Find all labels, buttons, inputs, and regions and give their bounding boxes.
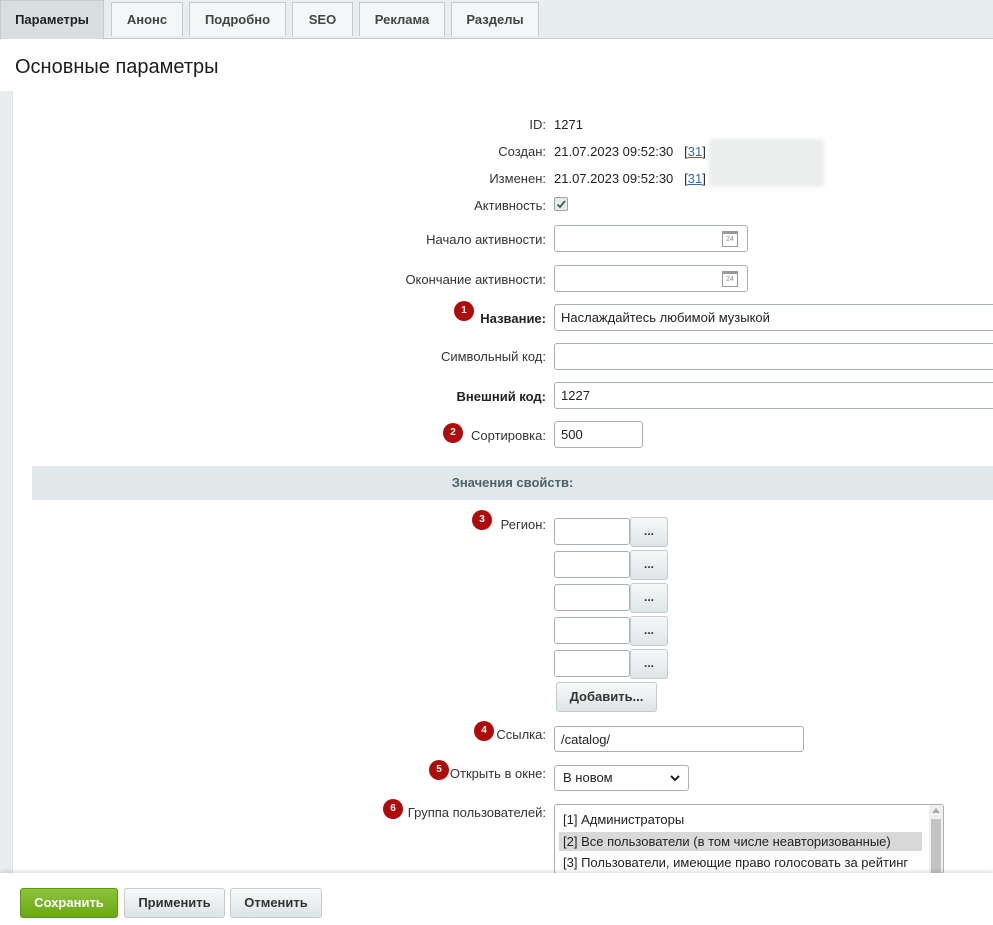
sort-input[interactable] xyxy=(554,421,643,448)
region-input[interactable] xyxy=(554,617,630,644)
created-user-link[interactable]: 31 xyxy=(688,144,702,159)
step-badge-5: 5 xyxy=(429,760,449,780)
region-label: Регион: xyxy=(500,517,546,532)
region-browse-button[interactable]: ... xyxy=(630,583,668,613)
region-input[interactable] xyxy=(554,650,630,677)
step-badge-2: 2 xyxy=(443,423,463,443)
active-from-label: Начало активности: xyxy=(426,232,546,247)
name-label: Название: xyxy=(480,311,546,326)
region-browse-button[interactable]: ... xyxy=(630,550,668,580)
region-input[interactable] xyxy=(554,518,630,545)
id-label: ID: xyxy=(529,117,546,132)
tab-details[interactable]: Подробно xyxy=(189,2,286,36)
footer-bar: Сохранить Применить Отменить xyxy=(0,873,993,925)
code-label: Символьный код: xyxy=(440,349,546,364)
apply-button[interactable]: Применить xyxy=(124,888,225,918)
user-group-label: Группа пользователей: xyxy=(407,805,546,820)
step-badge-3: 3 xyxy=(472,510,492,530)
add-region-button[interactable]: Добавить... xyxy=(556,682,657,712)
list-item[interactable]: [1] Администраторы xyxy=(559,810,688,829)
tab-parameters[interactable]: Параметры xyxy=(0,0,104,39)
page-header: Основные параметры xyxy=(0,39,993,91)
open-in-window-value: В новом xyxy=(563,770,613,785)
cancel-button[interactable]: Отменить xyxy=(230,888,322,918)
step-badge-6: 6 xyxy=(383,799,403,819)
checkmark-icon xyxy=(556,200,566,209)
calendar-icon[interactable]: 24 xyxy=(722,231,738,247)
open-in-window-label: Открыть в окне: xyxy=(449,766,546,781)
open-in-window-select[interactable]: В новом xyxy=(554,765,689,791)
step-badge-4: 4 xyxy=(474,721,494,741)
id-value: 1271 xyxy=(554,117,583,132)
active-label: Активность: xyxy=(474,198,546,213)
step-badge-1: 1 xyxy=(454,301,474,321)
scroll-up-icon[interactable] xyxy=(932,808,940,813)
external-code-input[interactable] xyxy=(554,382,993,409)
created-date: 21.07.2023 09:52:30 xyxy=(554,144,674,159)
created-label: Создан: xyxy=(498,144,546,159)
region-browse-button[interactable]: ... xyxy=(630,517,668,547)
page-title: Основные параметры xyxy=(15,56,219,78)
region-browse-button[interactable]: ... xyxy=(630,649,668,679)
created-value: 21.07.2023 09:52:30 [31] xyxy=(554,144,706,159)
calendar-icon[interactable]: 24 xyxy=(722,271,738,287)
active-to-input[interactable] xyxy=(554,265,748,292)
active-from-input[interactable] xyxy=(554,225,748,252)
name-input[interactable] xyxy=(554,304,993,331)
properties-header: Значения свойств: xyxy=(32,466,993,500)
link-input[interactable] xyxy=(554,726,804,752)
modified-value: 21.07.2023 09:52:30 [31] xyxy=(554,171,706,186)
region-input[interactable] xyxy=(554,584,630,611)
region-input[interactable] xyxy=(554,551,630,578)
modified-user-link[interactable]: 31 xyxy=(688,171,702,186)
user-group-list[interactable]: [1] Администраторы [2] Все пользователи … xyxy=(554,804,944,874)
sort-label: Сортировка: xyxy=(471,428,546,443)
modified-label: Изменен: xyxy=(489,171,546,186)
modified-date: 21.07.2023 09:52:30 xyxy=(554,171,674,186)
region-browse-button[interactable]: ... xyxy=(630,616,668,646)
active-checkbox[interactable] xyxy=(554,197,568,211)
link-label: Ссылка: xyxy=(496,727,546,742)
tab-announcement[interactable]: Анонс xyxy=(111,2,183,36)
code-input[interactable] xyxy=(554,343,993,370)
scrollbar-thumb[interactable] xyxy=(931,819,941,873)
active-to-label: Окончание активности: xyxy=(405,272,546,287)
tab-advertising[interactable]: Реклама xyxy=(359,2,445,36)
tab-sections[interactable]: Разделы xyxy=(451,2,539,36)
external-code-label: Внешний код: xyxy=(456,389,546,404)
scrollbar[interactable] xyxy=(929,805,943,873)
tab-bar: Параметры Анонс Подробно SEO Реклама Раз… xyxy=(0,0,993,39)
list-item[interactable]: [2] Все пользователи (в том числе неавто… xyxy=(559,832,922,851)
redacted-user-name xyxy=(709,139,824,187)
chevron-down-icon xyxy=(670,775,680,782)
tab-seo[interactable]: SEO xyxy=(292,2,353,36)
save-button[interactable]: Сохранить xyxy=(20,888,118,918)
list-item[interactable]: [3] Пользователи, имеющие право голосова… xyxy=(559,853,912,872)
